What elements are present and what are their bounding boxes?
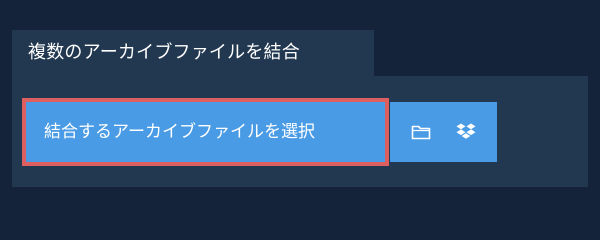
folder-icon — [411, 124, 431, 140]
panel-tab-title: 複数のアーカイブファイルを結合 — [12, 30, 374, 76]
upload-source-buttons — [390, 102, 497, 162]
panel-body: 結合するアーカイブファイルを選択 — [12, 76, 588, 187]
dropbox-upload-button[interactable] — [441, 102, 491, 162]
folder-upload-button[interactable] — [396, 102, 446, 162]
dropbox-icon — [456, 123, 476, 141]
merge-archives-panel: 複数のアーカイブファイルを結合 結合するアーカイブファイルを選択 — [12, 30, 588, 187]
select-archive-files-button[interactable]: 結合するアーカイブファイルを選択 — [22, 98, 389, 166]
